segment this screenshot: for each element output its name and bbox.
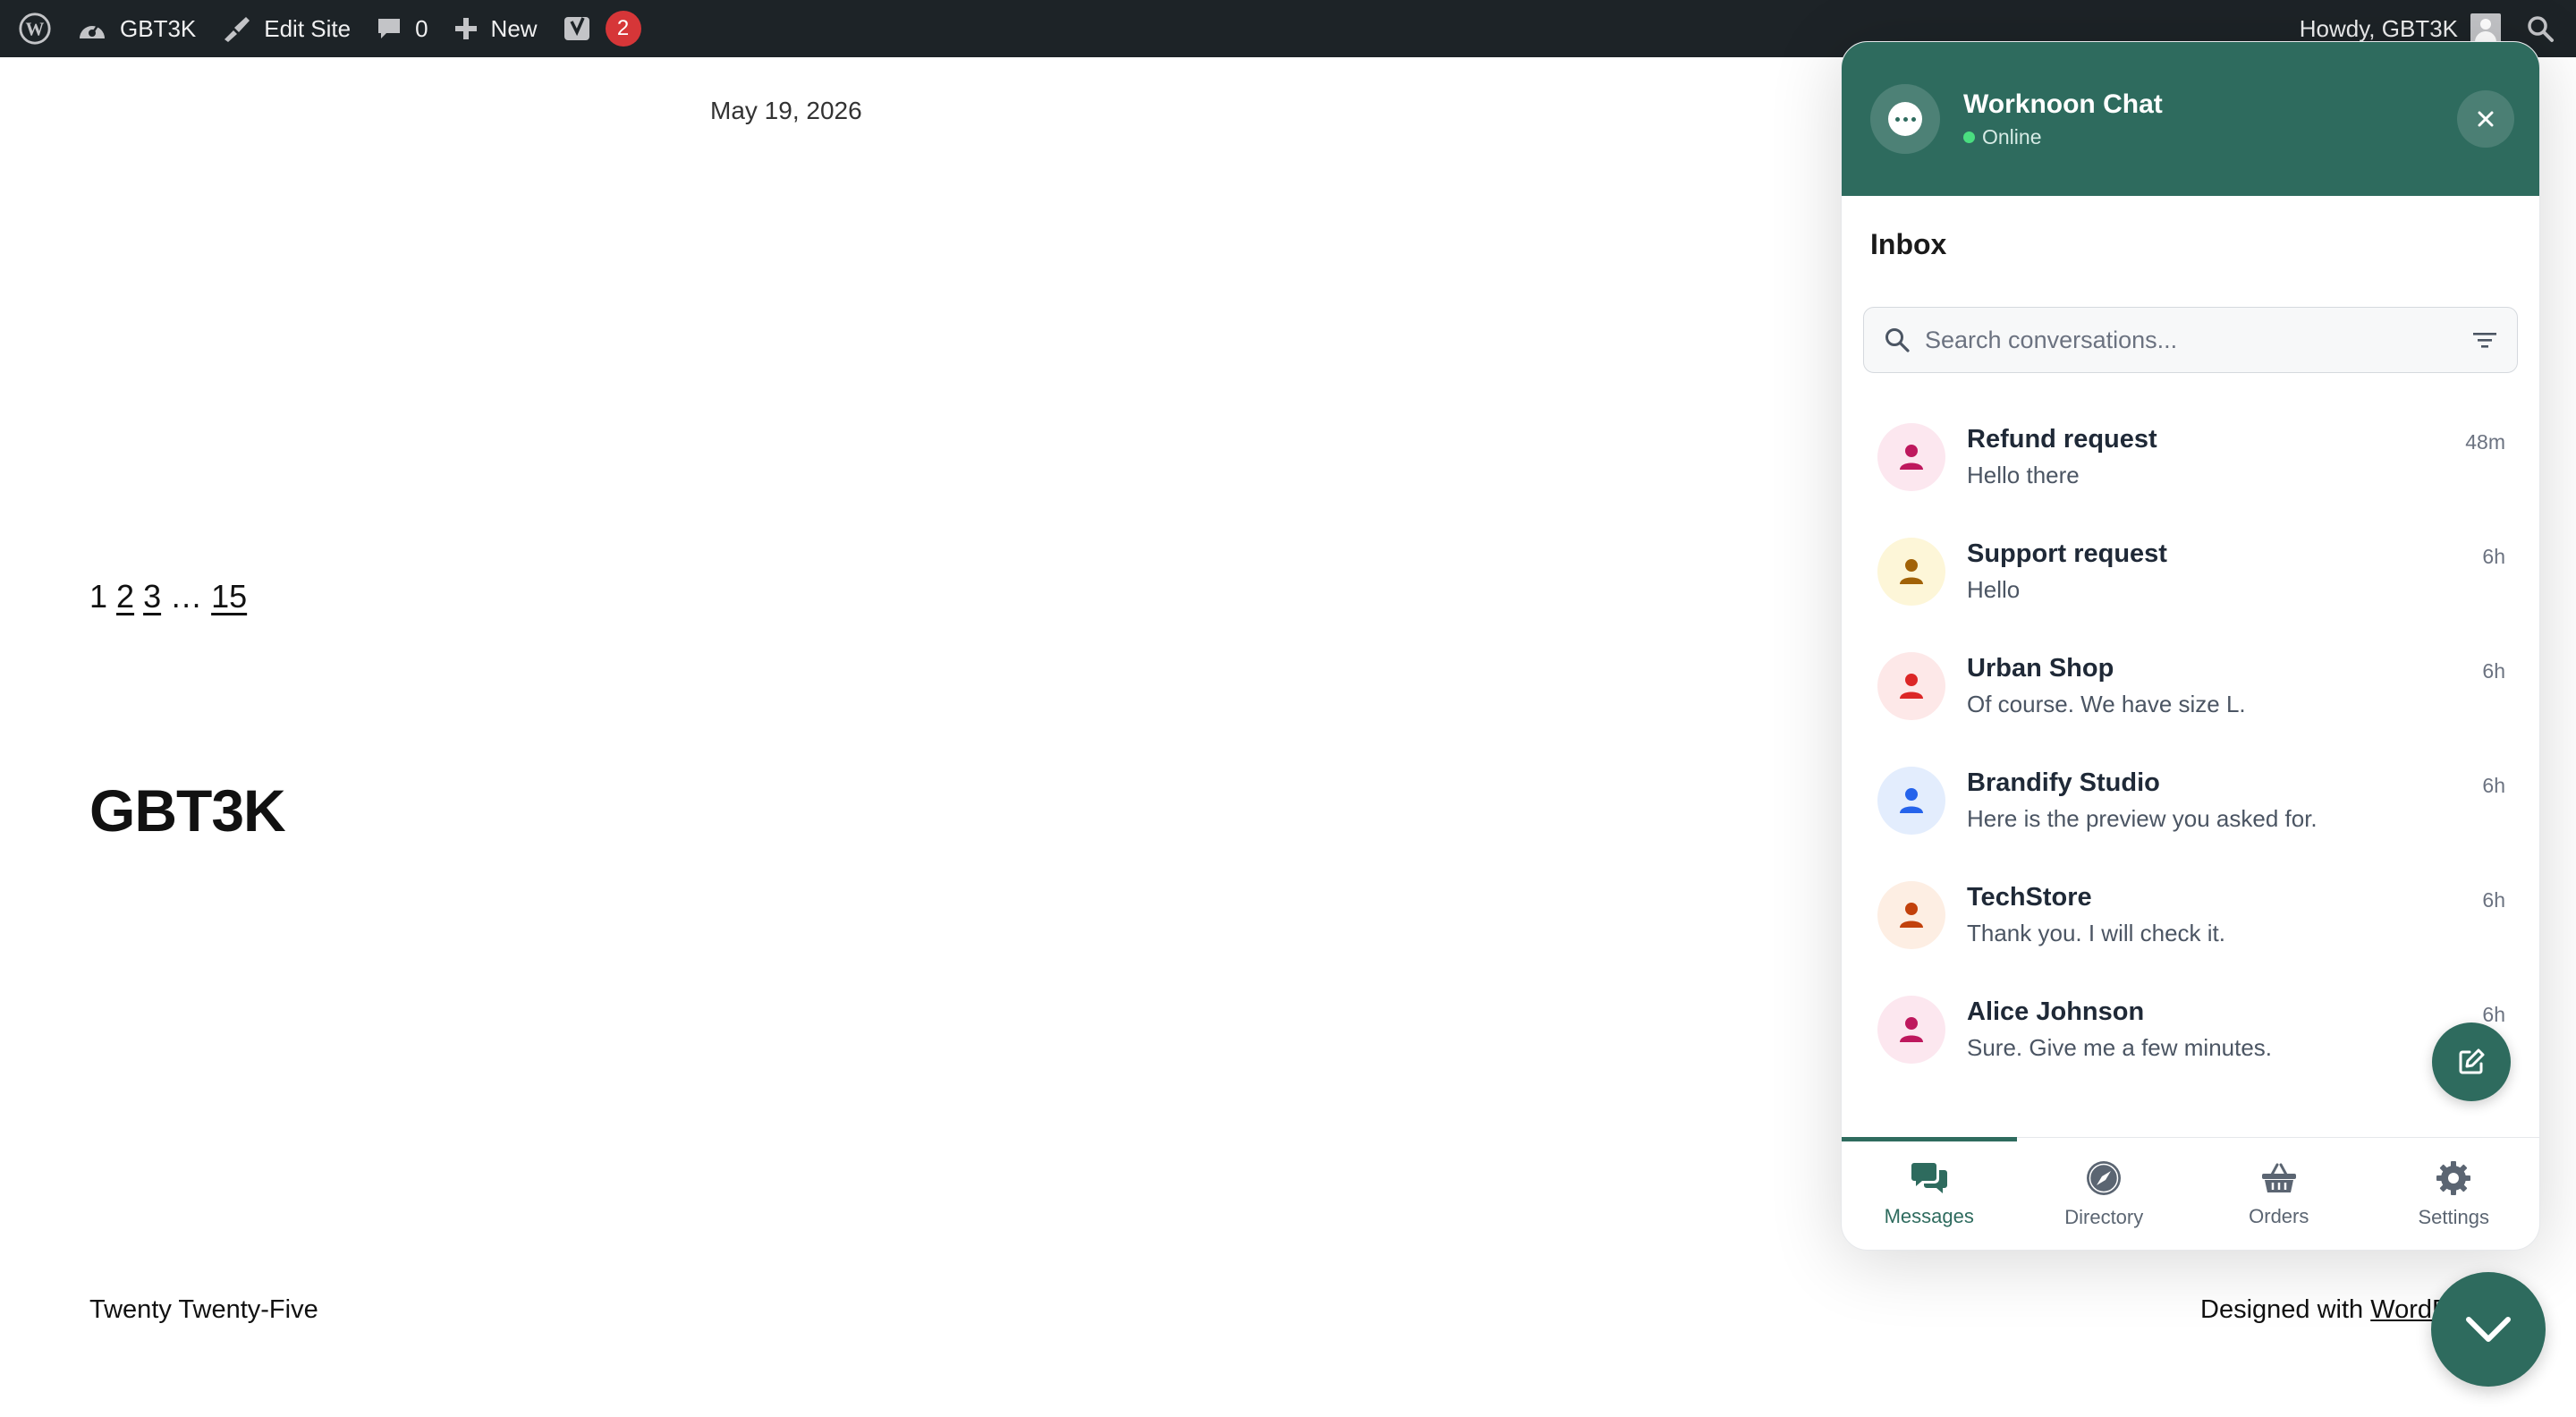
new-conversation-button[interactable] <box>2432 1022 2511 1101</box>
basket-icon <box>2261 1163 2296 1192</box>
conversation-preview: Of course. We have size L. <box>1967 691 2246 717</box>
chat-status-label: Online <box>1982 124 2042 148</box>
svg-text:W: W <box>26 19 45 40</box>
site-name-link[interactable]: GBT3K <box>64 0 208 57</box>
conversation-item[interactable]: Refund request Hello there 48m <box>1842 400 2539 514</box>
dashboard-gauge-icon <box>80 23 105 38</box>
plus-icon <box>454 18 477 39</box>
pagination-ellipsis: … <box>170 578 203 615</box>
contact-avatar-icon <box>1877 996 1945 1064</box>
tab-directory[interactable]: Directory <box>2017 1138 2192 1250</box>
footer-credit-prefix: Designed with <box>2200 1295 2371 1324</box>
comments-count: 0 <box>415 14 428 42</box>
conversation-name: Brandify Studio <box>1967 768 2160 797</box>
yoast-logo-icon <box>564 17 589 40</box>
conversation-name: Alice Johnson <box>1967 997 2145 1026</box>
chat-logo-icon <box>1870 84 1940 154</box>
chat-bubbles-icon <box>1911 1162 1947 1193</box>
footer-theme-name: Twenty Twenty-Five <box>89 1295 318 1324</box>
wordpress-logo-icon[interactable]: W <box>5 0 64 57</box>
conversation-name: Refund request <box>1967 425 2157 454</box>
compass-icon <box>2087 1160 2122 1195</box>
tab-settings-label: Settings <box>2418 1205 2490 1228</box>
filter-icon <box>2473 333 2496 348</box>
conversation-item[interactable]: Support request Hello 6h <box>1842 514 2539 629</box>
pagination-current: 1 <box>89 578 108 615</box>
pagination: 1 2 3 … 15 <box>89 578 247 615</box>
conversation-time: 48m <box>2465 430 2505 454</box>
conversation-preview: Here is the preview you asked for. <box>1967 805 2318 832</box>
tab-settings[interactable]: Settings <box>2367 1138 2540 1250</box>
chevron-down-icon <box>2466 1317 2511 1342</box>
contact-avatar-icon <box>1877 881 1945 949</box>
new-content-link[interactable]: New <box>441 0 550 57</box>
tab-directory-label: Directory <box>2064 1205 2144 1228</box>
post-date: May 19, 2026 <box>710 97 862 124</box>
conversation-time: 6h <box>2482 1003 2505 1026</box>
conversation-item[interactable]: Urban Shop Of course. We have size L. 6h <box>1842 629 2539 743</box>
conversation-list: Refund request Hello there 48m Support r… <box>1842 400 2539 1087</box>
close-button[interactable] <box>2457 90 2514 148</box>
yoast-seo-menu[interactable]: 2 <box>550 0 654 57</box>
search-icon <box>2528 16 2554 42</box>
new-label: New <box>490 14 538 42</box>
conversation-name: Support request <box>1967 539 2167 568</box>
comment-bubble-icon <box>378 19 401 38</box>
chat-widget: Worknoon Chat Online Inbox Refund reques… <box>1841 41 2540 1251</box>
search-icon <box>1885 328 1910 352</box>
bottom-tab-bar: Messages Directory Orders Settings <box>1842 1137 2540 1250</box>
site-name-label: GBT3K <box>120 14 197 42</box>
site-title[interactable]: GBT3K <box>89 776 286 844</box>
tab-messages[interactable]: Messages <box>1842 1137 2017 1250</box>
pagination-page-3[interactable]: 3 <box>143 578 161 615</box>
contact-avatar-icon <box>1877 767 1945 835</box>
close-icon <box>2478 111 2494 127</box>
contact-avatar-icon <box>1877 652 1945 720</box>
tab-messages-label: Messages <box>1884 1204 1974 1227</box>
brush-icon <box>225 17 250 42</box>
edit-site-label: Edit Site <box>264 14 352 42</box>
edit-site-link[interactable]: Edit Site <box>208 0 363 57</box>
yoast-notification-badge: 2 <box>605 11 641 47</box>
conversation-preview: Hello <box>1967 576 2021 603</box>
conversation-preview: Sure. Give me a few minutes. <box>1967 1034 2273 1061</box>
gear-icon <box>2436 1160 2471 1195</box>
conversation-preview: Thank you. I will check it. <box>1967 920 2225 946</box>
pagination-page-2[interactable]: 2 <box>116 578 134 615</box>
chat-title: Worknoon Chat <box>1963 89 2163 119</box>
comments-link[interactable]: 0 <box>363 0 440 57</box>
tab-orders-label: Orders <box>2249 1204 2309 1227</box>
chat-launcher-button[interactable] <box>2431 1272 2546 1387</box>
chat-status: Online <box>1963 125 2163 149</box>
conversation-time: 6h <box>2482 545 2505 568</box>
tab-orders[interactable]: Orders <box>2191 1138 2367 1250</box>
contact-avatar-icon <box>1877 538 1945 606</box>
conversation-time: 6h <box>2482 774 2505 797</box>
conversation-time: 6h <box>2482 659 2505 683</box>
filter-button[interactable] <box>2472 330 2497 350</box>
conversation-item[interactable]: Brandify Studio Here is the preview you … <box>1842 743 2539 858</box>
pagination-page-last[interactable]: 15 <box>211 578 247 615</box>
inbox-title: Inbox <box>1870 228 1947 260</box>
chat-header: Worknoon Chat Online <box>1842 42 2539 196</box>
online-dot-icon <box>1963 131 1975 143</box>
conversation-time: 6h <box>2482 888 2505 912</box>
search-input[interactable] <box>1925 326 2472 354</box>
contact-avatar-icon <box>1877 423 1945 491</box>
conversation-name: Urban Shop <box>1967 654 2114 683</box>
avatar <box>2470 13 2501 44</box>
howdy-label: Howdy, GBT3K <box>2299 14 2458 42</box>
conversation-preview: Hello there <box>1967 462 2080 488</box>
compose-icon <box>2459 1048 2485 1074</box>
search-box <box>1863 307 2518 373</box>
conversation-name: TechStore <box>1967 883 2092 912</box>
conversation-item[interactable]: TechStore Thank you. I will check it. 6h <box>1842 858 2539 972</box>
